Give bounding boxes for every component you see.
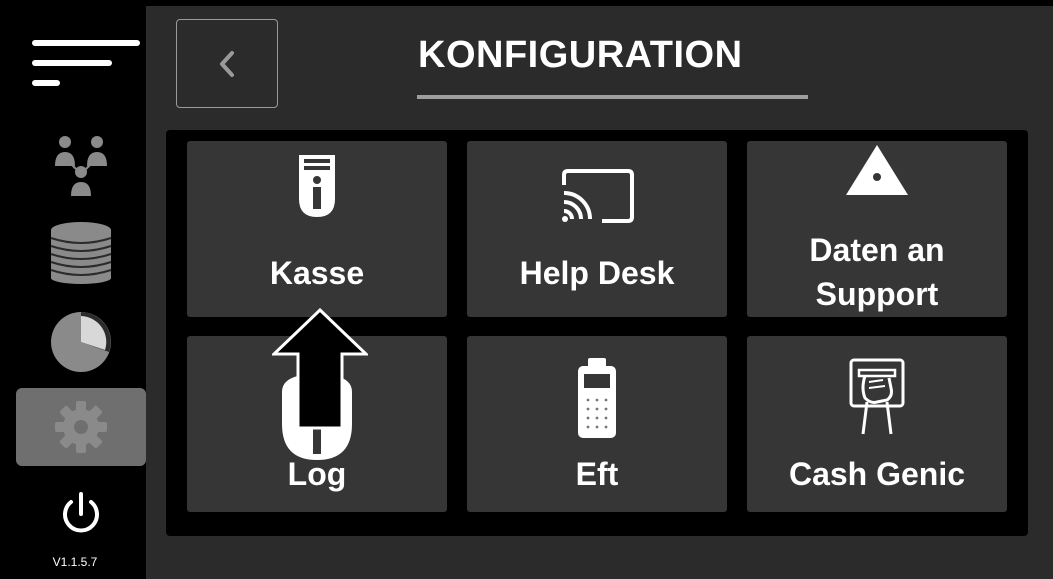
tile-label: Kasse [269, 255, 365, 291]
users-icon [55, 136, 107, 196]
gear-icon [55, 401, 107, 453]
coins-icon [50, 222, 112, 284]
back-button[interactable] [176, 19, 278, 108]
pie-chart-icon [51, 312, 111, 372]
menu-button[interactable] [32, 40, 144, 96]
power-icon [63, 492, 99, 533]
sidebar-item-statistics[interactable] [16, 304, 146, 380]
tile-label: Log [287, 456, 347, 492]
sidebar-item-settings[interactable] [16, 388, 146, 466]
version-label: V1.1.5.7 [52, 555, 98, 569]
receipt-info-icon [299, 155, 335, 217]
sidebar-item-power[interactable] [16, 476, 146, 552]
sidebar-item-users[interactable] [16, 126, 146, 202]
title-underline [417, 95, 808, 99]
tile-eft[interactable]: Eft [467, 336, 727, 512]
tile-help-desk[interactable]: Help Desk [467, 141, 727, 317]
upload-logo-icon [846, 145, 908, 195]
page-title: KONFIGURATION [418, 34, 743, 76]
tile-daten-an-support[interactable]: Daten an Support [747, 141, 1007, 317]
cash-machine-icon [849, 358, 905, 435]
payment-terminal-icon [578, 358, 616, 438]
tile-cash-genic[interactable]: Cash Genic [747, 336, 1007, 512]
tile-label-line2: Support [815, 276, 939, 312]
tile-label: Cash Genic [788, 456, 966, 492]
sidebar: V1.1.5.7 [10, 6, 146, 579]
tile-label: Help Desk [519, 255, 675, 291]
tile-label-line1: Daten an [809, 232, 945, 268]
sidebar-item-coins[interactable] [16, 214, 146, 290]
chevron-left-icon [220, 50, 234, 77]
tile-label: Eft [575, 456, 619, 492]
pointer-arrow-icon [272, 308, 368, 430]
cast-icon [562, 169, 634, 223]
tile-kasse[interactable]: Kasse [187, 141, 447, 317]
